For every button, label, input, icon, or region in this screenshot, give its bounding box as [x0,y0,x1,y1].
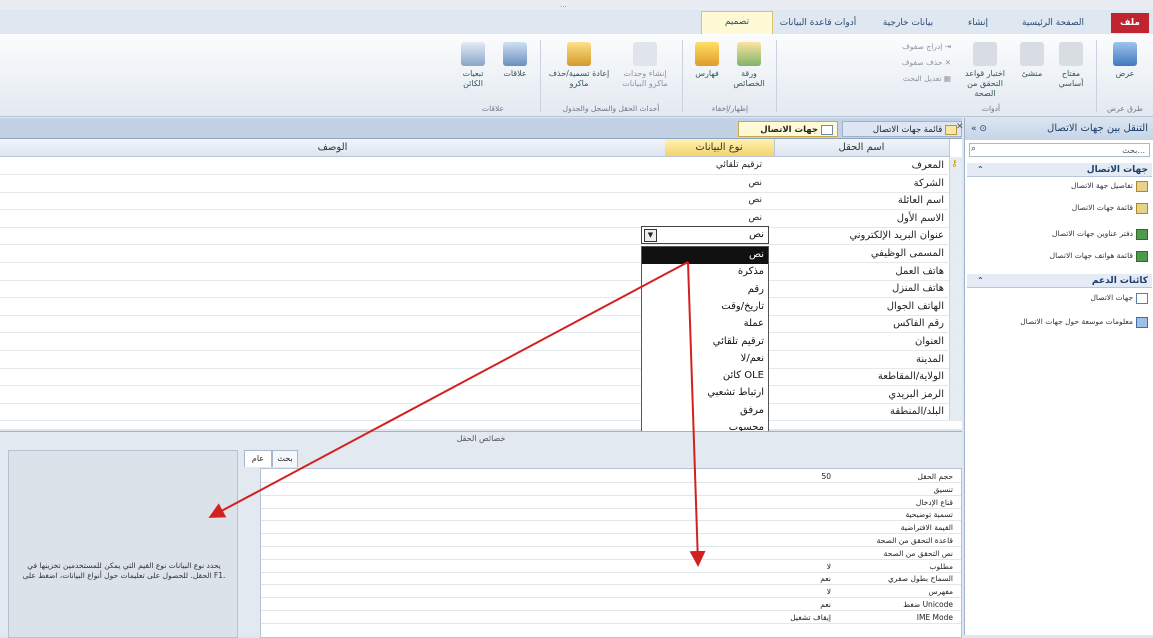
arrow-to-properties [687,261,706,567]
arrow-to-help [208,261,689,518]
annotation-arrows [208,261,706,567]
